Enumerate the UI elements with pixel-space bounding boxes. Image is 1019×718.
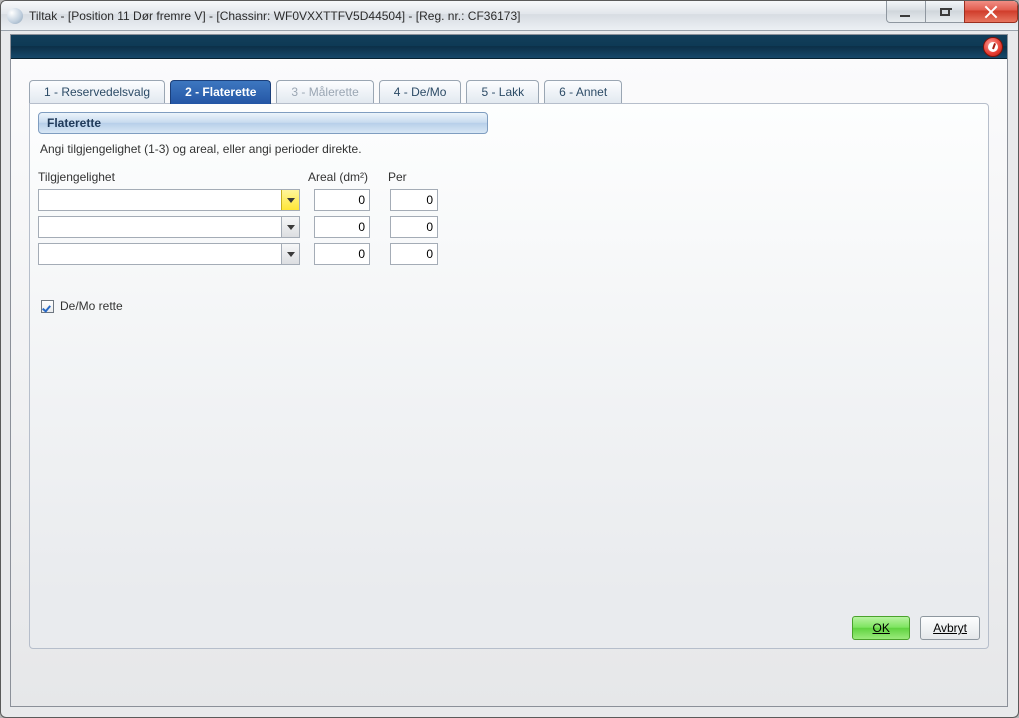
tab-demo[interactable]: 4 - De/Mo [379,80,462,104]
tab-label: 3 - Målerette [291,85,358,99]
section-title: Flaterette [47,116,101,130]
tab-label: 6 - Annet [559,85,607,99]
app-frame: 1 - Reservedelsvalg 2 - Flaterette 3 - M… [10,34,1008,707]
chevron-down-icon[interactable] [281,217,299,237]
window-controls [887,1,1018,23]
tilgjengelighet-combo[interactable] [38,189,300,211]
tab-label: 1 - Reservedelsvalg [44,85,150,99]
demo-rette-row: De/Mo rette [38,299,980,313]
col-per: Per [388,170,448,184]
section-header: Flaterette [38,112,488,134]
areal-input[interactable] [314,216,370,238]
cancel-button[interactable]: Avbryt [920,616,980,640]
window-title: Tiltak - [Position 11 Dør fremre V] - [C… [29,9,521,23]
tab-reservedelsvalg[interactable]: 1 - Reservedelsvalg [29,80,165,104]
minimize-button[interactable] [886,1,926,23]
per-input[interactable] [390,243,438,265]
check-icon [43,302,52,311]
chevron-down-icon[interactable] [281,244,299,264]
areal-input[interactable] [314,189,370,211]
tab-label: 4 - De/Mo [394,85,447,99]
per-input[interactable] [390,189,438,211]
tilgjengelighet-combo[interactable] [38,243,300,265]
close-button[interactable] [964,1,1018,23]
chevron-down-icon[interactable] [281,190,299,210]
dialog-footer: OK Avbryt [852,616,980,640]
tabstrip: 1 - Reservedelsvalg 2 - Flaterette 3 - M… [29,79,989,103]
app-icon [7,8,23,24]
per-input[interactable] [390,216,438,238]
button-label: OK [873,621,890,635]
input-row [38,243,980,265]
column-headers: Tilgjengelighet Areal (dm²) Per [38,170,980,184]
app-ribbon [11,35,1007,59]
col-tilgjengelighet: Tilgjengelighet [38,170,308,184]
tab-label: 2 - Flaterette [185,85,256,99]
tab-flaterette[interactable]: 2 - Flaterette [170,80,271,104]
demo-rette-label: De/Mo rette [60,299,123,313]
tab-panel-flaterette: Flaterette Angi tilgjengelighet (1-3) og… [29,103,989,649]
client-area: 1 - Reservedelsvalg 2 - Flaterette 3 - M… [11,59,1007,706]
tab-malerette[interactable]: 3 - Målerette [276,80,373,104]
titlebar[interactable]: Tiltak - [Position 11 Dør fremre V] - [C… [1,1,1018,31]
tab-label: 5 - Lakk [481,85,524,99]
maximize-button[interactable] [925,1,965,23]
alarm-clock-icon[interactable] [983,37,1003,57]
col-areal: Areal (dm²) [308,170,388,184]
ok-button[interactable]: OK [852,616,910,640]
areal-input[interactable] [314,243,370,265]
input-row [38,216,980,238]
hint-text: Angi tilgjengelighet (1-3) og areal, ell… [40,142,980,156]
tilgjengelighet-combo[interactable] [38,216,300,238]
tab-annet[interactable]: 6 - Annet [544,80,622,104]
demo-rette-checkbox[interactable] [41,300,54,313]
app-window: Tiltak - [Position 11 Dør fremre V] - [C… [0,0,1019,718]
tab-lakk[interactable]: 5 - Lakk [466,80,539,104]
button-label: Avbryt [933,621,967,635]
input-row [38,189,980,211]
